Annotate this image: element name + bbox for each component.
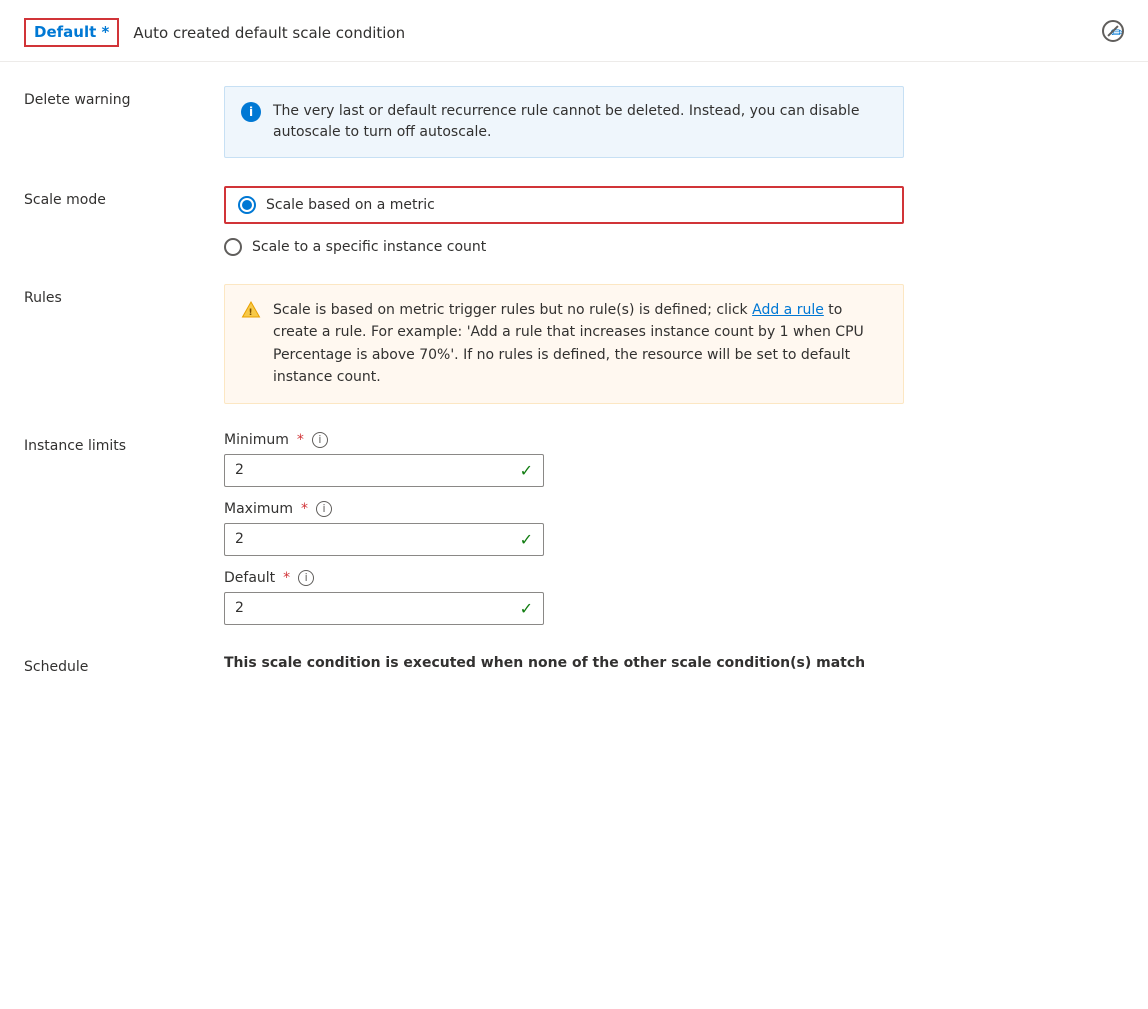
main-content: Delete warning i The very last or defaul…	[0, 62, 1148, 727]
minimum-info-icon[interactable]: i	[312, 432, 328, 448]
default-limit-required-star: *	[283, 570, 290, 586]
default-limit-label: Default	[224, 570, 275, 586]
rules-content: ! Scale is based on metric trigger rules…	[224, 284, 904, 404]
default-limit-group: Default * i 2 ✓	[224, 570, 904, 625]
schedule-message: This scale condition is executed when no…	[224, 653, 904, 674]
schedule-content: This scale condition is executed when no…	[224, 653, 904, 674]
maximum-value: 2	[235, 531, 244, 547]
schedule-label: Schedule	[24, 653, 224, 675]
header-title: Auto created default scale condition	[133, 24, 1100, 42]
add-a-rule-link[interactable]: Add a rule	[752, 302, 824, 318]
scale-mode-label: Scale mode	[24, 186, 224, 208]
instance-limits-fields: Minimum * i 2 ✓ Maximum *	[224, 432, 904, 625]
radio-circle-scale-count	[224, 238, 242, 256]
rules-warning-prefix: Scale is based on metric trigger rules b…	[273, 302, 752, 318]
rules-warning-text: Scale is based on metric trigger rules b…	[273, 299, 887, 389]
schedule-row: Schedule This scale condition is execute…	[24, 653, 1124, 675]
radio-option-scale-metric[interactable]: Scale based on a metric	[224, 186, 904, 224]
minimum-label-row: Minimum * i	[224, 432, 904, 448]
radio-label-scale-metric: Scale based on a metric	[266, 197, 435, 213]
minimum-input[interactable]: 2 ✓	[224, 454, 544, 487]
delete-warning-content: i The very last or default recurrence ru…	[224, 86, 904, 158]
instance-limits-label: Instance limits	[24, 432, 224, 454]
rules-row: Rules ! Scale is based on metric trigger…	[24, 284, 1124, 404]
delete-warning-label: Delete warning	[24, 86, 224, 108]
info-icon: i	[241, 102, 261, 122]
delete-warning-row: Delete warning i The very last or defaul…	[24, 86, 1124, 158]
maximum-label-row: Maximum * i	[224, 501, 904, 517]
maximum-required-star: *	[301, 501, 308, 517]
default-limit-checkmark-icon: ✓	[520, 599, 533, 618]
scale-mode-content: Scale based on a metric Scale to a speci…	[224, 186, 904, 256]
minimum-label: Minimum	[224, 432, 289, 448]
delete-warning-box: i The very last or default recurrence ru…	[224, 86, 904, 158]
page-container: Default * Auto created default scale con…	[0, 0, 1148, 1009]
rules-label: Rules	[24, 284, 224, 306]
scale-mode-radio-group: Scale based on a metric Scale to a speci…	[224, 186, 904, 256]
maximum-group: Maximum * i 2 ✓	[224, 501, 904, 556]
radio-option-scale-count[interactable]: Scale to a specific instance count	[224, 238, 904, 256]
default-limit-info-icon[interactable]: i	[298, 570, 314, 586]
delete-warning-text: The very last or default recurrence rule…	[273, 101, 887, 143]
disable-icon[interactable]	[1102, 20, 1124, 42]
default-limit-label-row: Default * i	[224, 570, 904, 586]
minimum-checkmark-icon: ✓	[520, 461, 533, 480]
maximum-input[interactable]: 2 ✓	[224, 523, 544, 556]
minimum-group: Minimum * i 2 ✓	[224, 432, 904, 487]
maximum-label: Maximum	[224, 501, 293, 517]
instance-limits-row: Instance limits Minimum * i 2 ✓	[24, 432, 1124, 625]
maximum-checkmark-icon: ✓	[520, 530, 533, 549]
minimum-value: 2	[235, 462, 244, 478]
default-limit-input[interactable]: 2 ✓	[224, 592, 544, 625]
instance-limits-content: Minimum * i 2 ✓ Maximum *	[224, 432, 904, 625]
default-limit-value: 2	[235, 600, 244, 616]
radio-label-scale-count: Scale to a specific instance count	[252, 239, 486, 255]
rules-warning-box: ! Scale is based on metric trigger rules…	[224, 284, 904, 404]
minimum-required-star: *	[297, 432, 304, 448]
warning-triangle-icon: !	[241, 300, 261, 320]
header-row: Default * Auto created default scale con…	[0, 0, 1148, 62]
radio-circle-scale-metric	[238, 196, 256, 214]
scale-mode-row: Scale mode Scale based on a metric Scale…	[24, 186, 1124, 256]
svg-text:!: !	[248, 308, 252, 318]
maximum-info-icon[interactable]: i	[316, 501, 332, 517]
default-badge: Default *	[24, 18, 119, 47]
